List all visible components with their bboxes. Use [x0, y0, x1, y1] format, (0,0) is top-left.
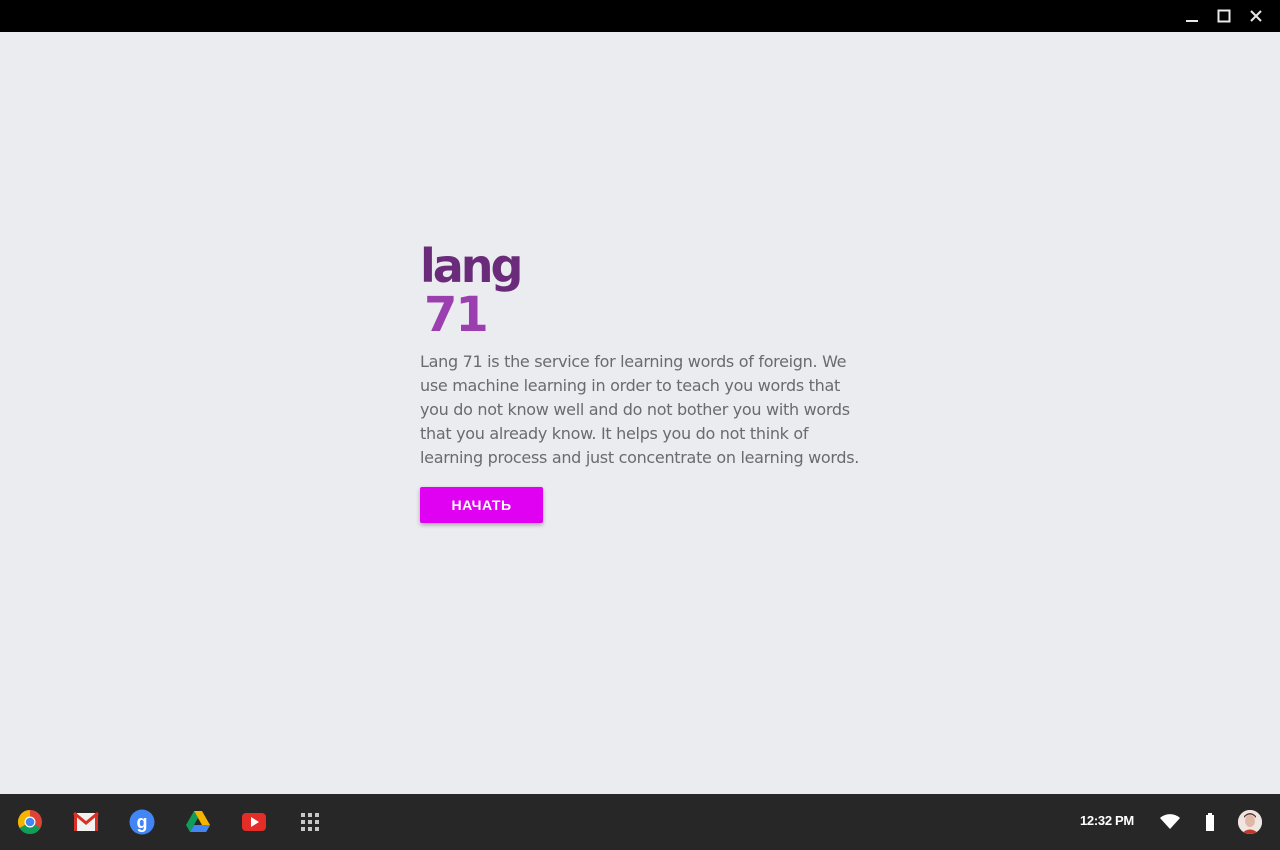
window-titlebar	[0, 0, 1280, 32]
clock[interactable]: 12:32 PM	[1080, 813, 1134, 828]
start-button[interactable]: НАЧАТЬ	[420, 487, 543, 523]
youtube-icon[interactable]	[240, 808, 268, 836]
google-search-icon[interactable]: g	[128, 808, 156, 836]
minimize-icon	[1186, 20, 1198, 22]
svg-text:g: g	[137, 812, 148, 832]
app-launcher-icon[interactable]	[296, 808, 324, 836]
os-shelf: g 12:32 PM	[0, 794, 1280, 850]
maximize-button[interactable]	[1212, 4, 1236, 28]
app-content: lang 71 Lang 71 is the service for learn…	[0, 32, 1280, 794]
drive-icon[interactable]	[184, 808, 212, 836]
app-description: Lang 71 is the service for learning word…	[420, 352, 860, 467]
lang71-logo: lang 71	[420, 239, 524, 334]
gmail-icon[interactable]	[72, 808, 100, 836]
logo-line2: 71	[424, 287, 487, 334]
close-icon	[1250, 10, 1262, 22]
minimize-button[interactable]	[1180, 4, 1204, 28]
chrome-icon[interactable]	[16, 808, 44, 836]
wifi-icon[interactable]	[1158, 810, 1182, 834]
logo-line1: lang	[420, 239, 521, 293]
avatar[interactable]	[1238, 810, 1262, 834]
maximize-icon	[1217, 9, 1231, 23]
close-button[interactable]	[1244, 4, 1268, 28]
battery-icon[interactable]	[1198, 810, 1222, 834]
